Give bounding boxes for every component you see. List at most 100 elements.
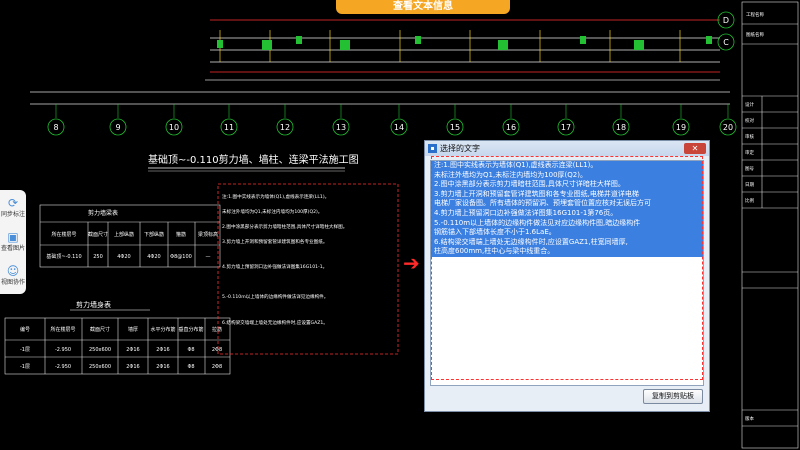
axis-label: 8 — [53, 123, 58, 132]
svg-text:审定: 审定 — [745, 149, 754, 156]
text-line[interactable]: 3.剪力墙上开洞和预留套管详建筑图和各专业图纸,电梯井道详电梯 — [431, 189, 703, 200]
svg-text:-2.950: -2.950 — [55, 364, 71, 370]
text-line[interactable]: 5.-0.110m以上墙体的边缘构件做法见对应边缘构件图,暗边缘构件 — [431, 218, 703, 229]
axis-label: 12 — [280, 123, 290, 132]
svg-text:校对: 校对 — [745, 117, 754, 124]
svg-text:250x600: 250x600 — [89, 347, 111, 353]
tool-label: 同步标注 — [0, 210, 25, 218]
svg-text:2Φ8: 2Φ8 — [212, 347, 222, 353]
svg-text:上部纵筋: 上部纵筋 — [114, 231, 134, 238]
dialog-titlebar[interactable]: ▪ 选择的文字 — [425, 141, 709, 156]
axis-label: 20 — [723, 123, 733, 132]
dialog-title: 选择的文字 — [440, 144, 480, 153]
svg-text:箍筋: 箍筋 — [176, 231, 186, 238]
svg-text:4Φ20: 4Φ20 — [147, 254, 160, 260]
axis-circle-labels: 8 9 10 11 12 13 14 15 16 17 18 19 20 C D — [53, 16, 733, 132]
svg-text:墙厚: 墙厚 — [128, 326, 138, 333]
table2-title: 剪力墙身表 — [76, 300, 111, 309]
copy-to-clipboard-button[interactable]: 复制到剪贴板 — [643, 389, 703, 404]
tool-label: 查看图片 — [0, 244, 25, 252]
svg-text:截面尺寸: 截面尺寸 — [88, 231, 108, 238]
axis-label: 13 — [336, 123, 346, 132]
svg-text:注:1.图中实线表示为墙体(Q1),虚线表示连梁(LL1)。: 注:1.图中实线表示为墙体(Q1),虚线表示连梁(LL1)。 — [222, 193, 329, 200]
text-line[interactable]: 6.结构梁交墙端上墙处无边缘构件时,应设置GAZ1,柱宽同墙厚, — [431, 237, 703, 248]
svg-text:拉筋: 拉筋 — [212, 326, 222, 333]
svg-text:2Φ16: 2Φ16 — [126, 347, 139, 353]
selected-text-area[interactable]: 注:1.图中实线表示为墙体(Q1),虚线表示连梁(LL1)。 未标注外墙均为Q1,… — [430, 160, 704, 386]
svg-text:6.结构梁交墙端上墙处无边缘构件时,应设置GAZ1。: 6.结构梁交墙端上墙处无边缘构件时,应设置GAZ1。 — [222, 319, 328, 326]
svg-text:截面尺寸: 截面尺寸 — [90, 326, 110, 333]
text-line[interactable]: 2.图中涂黑部分表示剪力墙暗柱范围,具体尺寸详暗柱大样图。 — [431, 180, 703, 190]
text-line[interactable]: 未标注外墙均为Q1,未标注内墙均为100厚(Q2)。 — [431, 170, 703, 181]
axis-circles — [47, 11, 737, 136]
svg-text:250: 250 — [93, 254, 103, 260]
svg-text:版本: 版本 — [745, 415, 754, 422]
top-banner: 查看文本信息 — [336, 0, 510, 14]
axis-label: 11 — [224, 123, 234, 132]
text-line[interactable]: 钢筋锚入下部墙体长度不小于1.6LaE。 — [431, 228, 703, 238]
text-line[interactable]: 电梯厂家设备图。所有墙体的预留洞、预埋套管位置应核对无误后方可 — [431, 199, 703, 209]
svg-text:2Φ16: 2Φ16 — [156, 364, 169, 370]
svg-text:2Φ8: 2Φ8 — [212, 364, 222, 370]
sync-annotation-button[interactable]: ⟳ 同步标注 — [0, 190, 26, 224]
svg-text:日期: 日期 — [745, 182, 754, 188]
svg-text:编号: 编号 — [20, 326, 30, 333]
axis-label: 14 — [394, 123, 404, 132]
svg-text:审核: 审核 — [745, 133, 754, 140]
svg-text:未标注外墙均为Q1,未标注内墙均为100厚(Q2)。: 未标注外墙均为Q1,未标注内墙均为100厚(Q2)。 — [222, 208, 322, 215]
svg-text:设计: 设计 — [745, 101, 754, 108]
svg-text:2Φ16: 2Φ16 — [126, 364, 139, 370]
view-collab-button[interactable]: ☺ 视图协作 — [0, 258, 26, 292]
image-icon: ▣ — [7, 229, 19, 244]
svg-text:Φ8: Φ8 — [187, 347, 194, 353]
table2-cells: 编号 所在楼层号 截面尺寸 墙厚 水平分布筋 垂直分布筋 拉筋 -1层 -2.9… — [20, 326, 222, 370]
svg-text:比例: 比例 — [745, 197, 754, 204]
view-image-button[interactable]: ▣ 查看图片 — [0, 224, 26, 258]
svg-text:垂直分布筋: 垂直分布筋 — [178, 326, 203, 333]
close-button[interactable]: ✕ — [684, 143, 706, 154]
axis-label: 10 — [169, 123, 179, 132]
table1-cells: 所在楼层号 截面尺寸 上部纵筋 下部纵筋 箍筋 梁顶标高 基础顶~-0.110 … — [46, 231, 218, 260]
svg-text:下部纵筋: 下部纵筋 — [144, 231, 164, 238]
svg-text:-1层: -1层 — [20, 364, 30, 370]
svg-text:2Φ16: 2Φ16 — [156, 347, 169, 353]
axis-lines — [55, 104, 729, 118]
text-line[interactable]: 柱高度600mm,柱中心与梁中线重合。 — [431, 247, 703, 257]
svg-text:4Φ20: 4Φ20 — [117, 254, 130, 260]
people-icon: ☺ — [6, 263, 20, 278]
svg-text:所在楼层号: 所在楼层号 — [50, 326, 75, 333]
svg-text:工程名称: 工程名称 — [746, 11, 764, 18]
plan-ticks — [219, 30, 681, 62]
svg-text:图号: 图号 — [745, 166, 754, 172]
drawing-title: 基础顶~-0.110剪力墙、墙柱、连梁平法施工图 — [148, 153, 359, 166]
text-line[interactable]: 注:1.图中实线表示为墙体(Q1),虚线表示连梁(LL1)。 — [431, 161, 703, 171]
axis-label: D — [723, 16, 729, 25]
svg-text:-2.950: -2.950 — [55, 347, 71, 353]
svg-text:图纸名称: 图纸名称 — [746, 31, 764, 38]
axis-label: C — [723, 38, 729, 47]
app-icon: ▪ — [428, 144, 437, 153]
tool-label: 视图协作 — [0, 278, 25, 286]
svg-text:-1层: -1层 — [20, 347, 30, 353]
svg-text:Φ8: Φ8 — [187, 364, 194, 370]
svg-text:3.剪力墙上开洞和预留套管详建筑图和各专业图纸。: 3.剪力墙上开洞和预留套管详建筑图和各专业图纸。 — [222, 238, 327, 245]
notes-text: 注:1.图中实线表示为墙体(Q1),虚线表示连梁(LL1)。 未标注外墙均为Q1… — [222, 193, 347, 326]
selected-text-dialog: ▪ 选择的文字 ✕ 注:1.图中实线表示为墙体(Q1),虚线表示连梁(LL1)。… — [424, 140, 710, 412]
axis-label: 18 — [616, 123, 626, 132]
title-block-labels: 工程名称 图纸名称 设计 校对 审核 审定 图号 日期 比例 版本 — [745, 11, 764, 422]
side-toolbar: ⟳ 同步标注 ▣ 查看图片 ☺ 视图协作 — [0, 190, 26, 294]
title-block — [741, 1, 799, 449]
svg-text:250x600: 250x600 — [89, 364, 111, 370]
svg-text:Φ8@100: Φ8@100 — [170, 254, 192, 260]
plan-view — [30, 37, 730, 105]
axis-label: 16 — [506, 123, 516, 132]
axis-label: 17 — [561, 123, 571, 132]
svg-text:所在楼层号: 所在楼层号 — [51, 231, 76, 238]
svg-text:梁顶标高: 梁顶标高 — [198, 231, 218, 238]
svg-text:5.-0.110m以上墙体的边缘构件做法详见边缘构件。: 5.-0.110m以上墙体的边缘构件做法详见边缘构件。 — [222, 293, 328, 300]
svg-text:2.图中涂黑部分表示剪力墙暗柱范围,具体尺寸详暗柱大样图。: 2.图中涂黑部分表示剪力墙暗柱范围,具体尺寸详暗柱大样图。 — [222, 223, 347, 230]
svg-text:水平分布筋: 水平分布筋 — [150, 326, 175, 333]
axis-label: 19 — [676, 123, 686, 132]
red-arrow-icon: ➔ — [403, 251, 420, 275]
text-line[interactable]: 4.剪力墙上预留洞口边补强做法详图集16G101-1第76页。 — [431, 208, 703, 219]
